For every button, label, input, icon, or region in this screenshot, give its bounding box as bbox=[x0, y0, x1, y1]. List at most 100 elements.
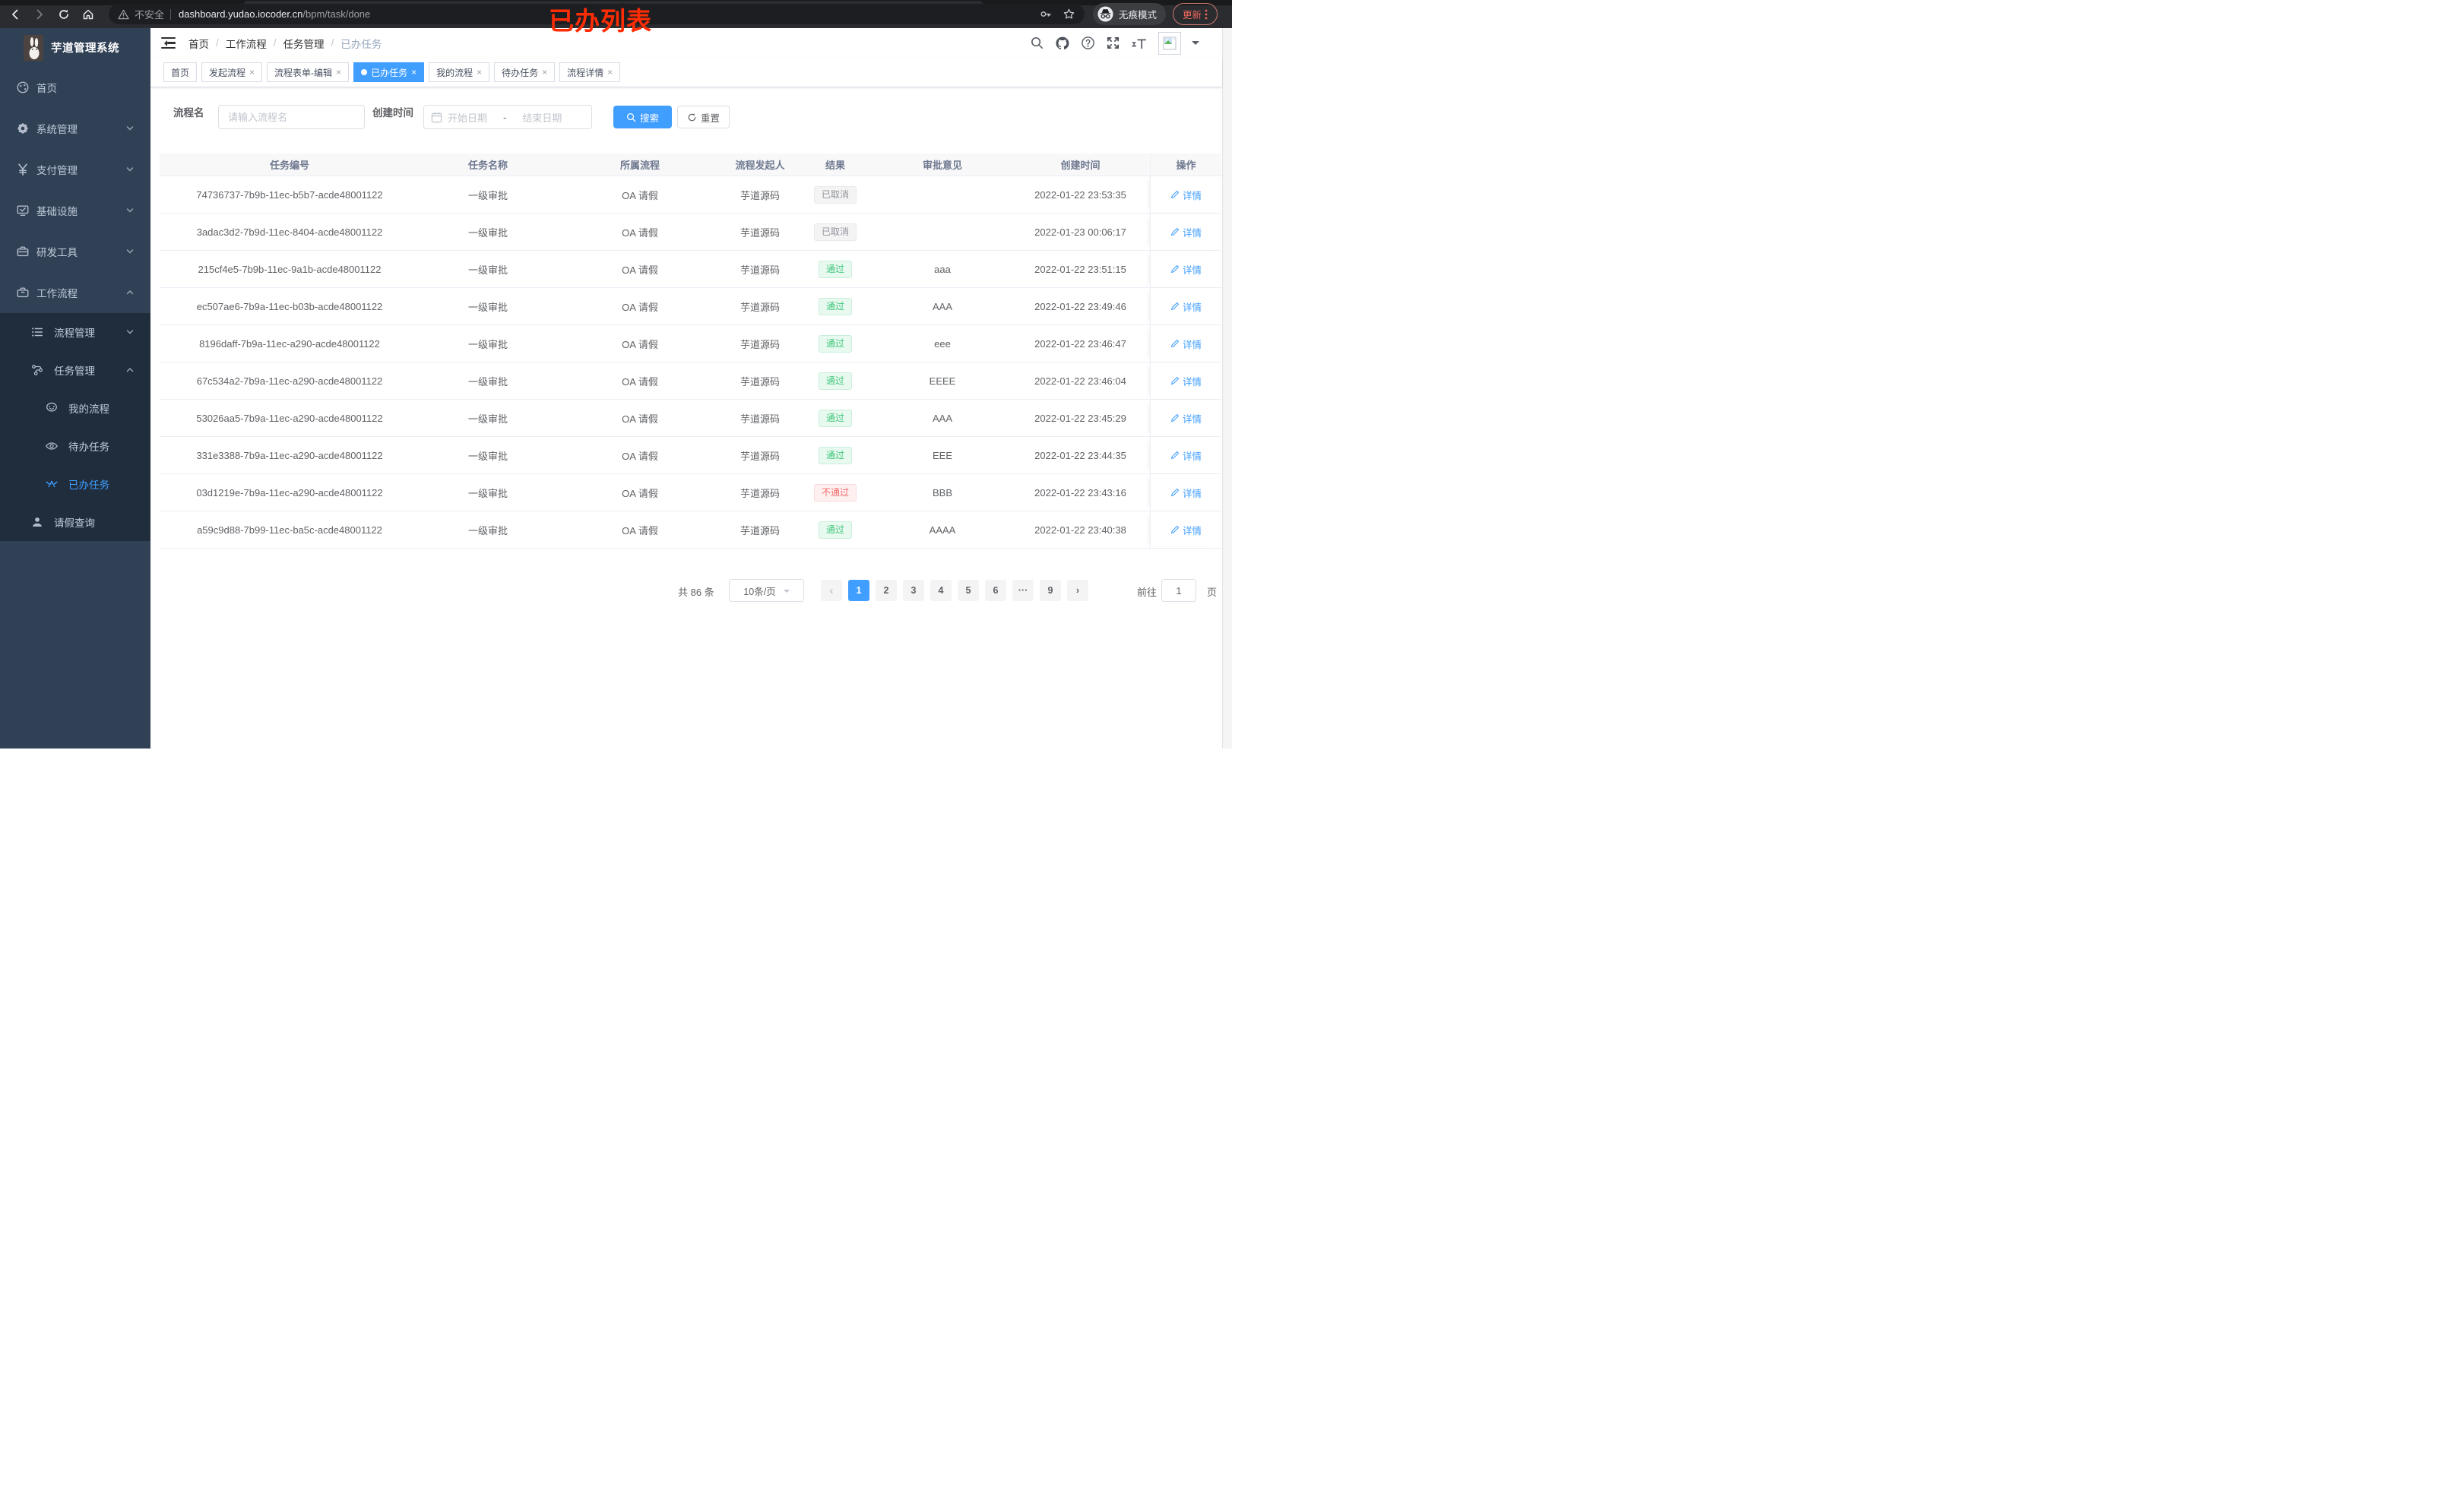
detail-link[interactable]: 详情 bbox=[1170, 225, 1202, 239]
sidebar-item-label: 我的流程 bbox=[68, 404, 109, 415]
cell-comment: EEE bbox=[932, 449, 952, 461]
cell-initiator: 芋道源码 bbox=[740, 264, 780, 276]
browser-home-button[interactable] bbox=[79, 5, 97, 24]
cell-initiator: 芋道源码 bbox=[740, 338, 780, 350]
active-dot bbox=[361, 69, 368, 75]
bookmark-star-icon[interactable] bbox=[1063, 8, 1075, 21]
browser-back-button[interactable] bbox=[6, 5, 24, 24]
page-button-6[interactable]: 6 bbox=[985, 580, 1006, 601]
close-icon[interactable]: × bbox=[249, 68, 255, 77]
search-icon[interactable] bbox=[1030, 36, 1044, 50]
breadcrumb-item[interactable]: 工作流程 bbox=[226, 36, 267, 51]
detail-link[interactable]: 详情 bbox=[1170, 337, 1202, 351]
sidebar-collapse-button[interactable] bbox=[161, 36, 176, 49]
breadcrumb-item-current: 已办任务 bbox=[340, 38, 382, 50]
sidebar-item-pay[interactable]: 支付管理 bbox=[0, 149, 150, 190]
status-badge: 通过 bbox=[818, 297, 852, 315]
cell-actions: 详情 bbox=[1150, 511, 1221, 548]
page-button-2[interactable]: 2 bbox=[876, 580, 897, 601]
breadcrumb-item[interactable]: 任务管理 bbox=[283, 36, 325, 51]
detail-link[interactable]: 详情 bbox=[1170, 448, 1202, 463]
cell-result: 已取消 bbox=[797, 223, 874, 241]
tab-form-edit[interactable]: 流程表单-编辑 × bbox=[267, 62, 350, 82]
edit-icon bbox=[1170, 525, 1180, 534]
chevron-down-icon bbox=[126, 330, 134, 334]
prev-page-button[interactable]: ‹ bbox=[821, 580, 842, 601]
column-header: 创建时间 bbox=[1060, 160, 1101, 171]
header-actions bbox=[1030, 28, 1199, 58]
cell-created: 2022-01-22 23:44:35 bbox=[1034, 449, 1126, 461]
status-badge: 已取消 bbox=[813, 223, 857, 241]
detail-link[interactable]: 详情 bbox=[1170, 486, 1202, 500]
detail-label: 详情 bbox=[1182, 488, 1202, 499]
detail-link[interactable]: 详情 bbox=[1170, 299, 1202, 314]
breadcrumb-item[interactable]: 首页 bbox=[188, 36, 209, 51]
tab-home[interactable]: 首页 bbox=[163, 62, 198, 82]
sidebar-item-system[interactable]: 系统管理 bbox=[0, 108, 150, 149]
avatar-caret-icon[interactable] bbox=[1192, 41, 1199, 49]
page-button-4[interactable]: 4 bbox=[930, 580, 952, 601]
close-icon[interactable]: × bbox=[607, 68, 613, 77]
font-size-icon[interactable] bbox=[1131, 36, 1148, 50]
github-icon[interactable] bbox=[1055, 36, 1070, 51]
date-range-picker[interactable]: 开始日期 - 结束日期 bbox=[423, 105, 592, 129]
browser-reload-button[interactable] bbox=[55, 5, 73, 24]
detail-link[interactable]: 详情 bbox=[1170, 374, 1202, 388]
goto-page-input[interactable] bbox=[1161, 579, 1196, 602]
sidebar-item-leave-query[interactable]: 请假查询 bbox=[0, 503, 150, 541]
tab-my-process[interactable]: 我的流程 × bbox=[429, 62, 490, 82]
table-row: 74736737-7b9b-11ec-b5b7-acde48001122 一级审… bbox=[160, 176, 1221, 214]
tab-process-detail[interactable]: 流程详情 × bbox=[559, 62, 621, 82]
page-button-1[interactable]: 1 bbox=[848, 580, 869, 601]
close-icon[interactable]: × bbox=[477, 68, 482, 77]
tab-done-tasks[interactable]: 已办任务 × bbox=[353, 62, 425, 82]
detail-link[interactable]: 详情 bbox=[1170, 411, 1202, 426]
detail-link[interactable]: 详情 bbox=[1170, 523, 1202, 537]
more-pages-button[interactable]: ··· bbox=[1012, 580, 1034, 601]
process-name-input[interactable] bbox=[218, 105, 365, 129]
page-size-select[interactable]: 10条/页 bbox=[729, 579, 804, 602]
sidebar-item-devtools[interactable]: 研发工具 bbox=[0, 231, 150, 272]
browser-toolbar: 不安全 dashboard.yudao.iocoder.cn/bpm/task/… bbox=[0, 0, 1232, 35]
tab-start-process[interactable]: 发起流程 × bbox=[201, 62, 263, 82]
cell-task-name: 一级审批 bbox=[467, 301, 508, 313]
close-icon[interactable]: × bbox=[411, 68, 416, 77]
close-icon[interactable]: × bbox=[336, 68, 341, 77]
sidebar-item-my-process[interactable]: 我的流程 bbox=[0, 389, 150, 427]
sidebar-item-workflow[interactable]: 工作流程 bbox=[0, 272, 150, 313]
close-icon[interactable]: × bbox=[542, 68, 547, 77]
refresh-icon bbox=[688, 112, 696, 121]
table-row: 8196daff-7b9a-11ec-a290-acde48001122 一级审… bbox=[160, 325, 1221, 362]
fullscreen-icon[interactable] bbox=[1106, 36, 1120, 50]
sidebar-item-task-mgmt[interactable]: 任务管理 bbox=[0, 351, 150, 389]
cell-comment: BBB bbox=[932, 486, 952, 498]
cell-result: 通过 bbox=[797, 260, 874, 278]
browser-scrollbar[interactable] bbox=[1222, 28, 1232, 748]
help-icon[interactable] bbox=[1081, 36, 1095, 50]
sidebar-item-process-mgmt[interactable]: 流程管理 bbox=[0, 313, 150, 351]
reset-button[interactable]: 重置 bbox=[677, 106, 730, 128]
detail-link[interactable]: 详情 bbox=[1170, 262, 1202, 277]
page-button-3[interactable]: 3 bbox=[903, 580, 924, 601]
page-button-5[interactable]: 5 bbox=[958, 580, 979, 601]
avatar[interactable] bbox=[1158, 31, 1181, 55]
done-task-table: 任务编号 任务名称 所属流程 流程发起人 结果 审批意见 创建时间 操作 747… bbox=[160, 153, 1221, 549]
password-key-icon[interactable] bbox=[1039, 8, 1052, 21]
sidebar-item-infra[interactable]: 基础设施 bbox=[0, 190, 150, 231]
table-row: 215cf4e5-7b9b-11ec-9a1b-acde48001122 一级审… bbox=[160, 251, 1221, 288]
sidebar-item-done-tasks[interactable]: 已办任务 bbox=[0, 465, 150, 503]
date-separator: - bbox=[503, 111, 507, 123]
cell-created: 2022-01-23 00:06:17 bbox=[1034, 226, 1126, 238]
app-logo-row[interactable]: 芋道管理系统 bbox=[0, 28, 150, 67]
page-button-9[interactable]: 9 bbox=[1040, 580, 1061, 601]
sidebar-item-todo-tasks[interactable]: 待办任务 bbox=[0, 427, 150, 465]
search-button[interactable]: 搜索 bbox=[613, 106, 672, 128]
next-page-button[interactable]: › bbox=[1067, 580, 1088, 601]
detail-link[interactable]: 详情 bbox=[1170, 188, 1202, 202]
sidebar-item-home[interactable]: 首页 bbox=[0, 67, 150, 108]
tab-todo-tasks[interactable]: 待办任务 × bbox=[494, 62, 556, 82]
browser-update-button[interactable]: 更新 bbox=[1173, 3, 1218, 25]
cell-task-id: 67c534a2-7b9a-11ec-a290-acde48001122 bbox=[196, 375, 383, 387]
cell-process: OA 请假 bbox=[622, 450, 658, 462]
browser-forward-button[interactable] bbox=[30, 5, 49, 24]
